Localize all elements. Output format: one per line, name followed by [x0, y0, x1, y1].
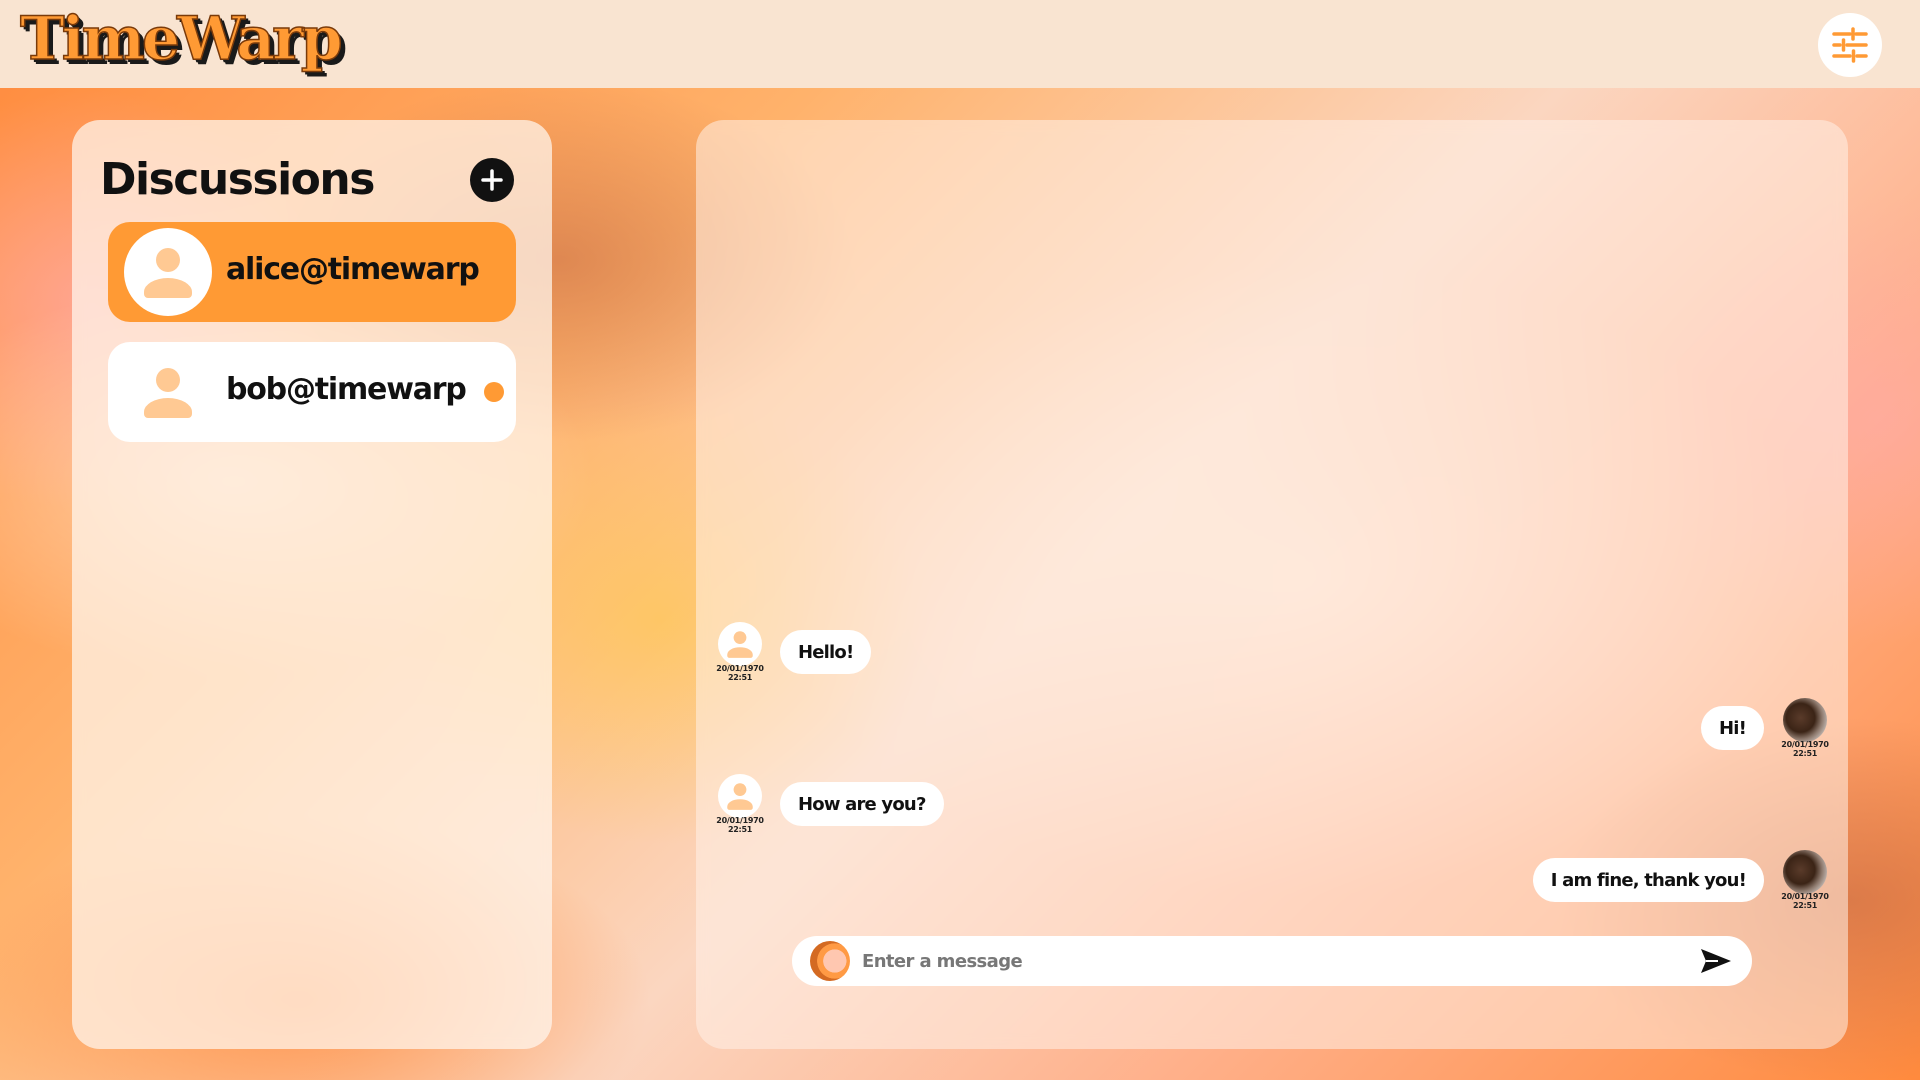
message-date: 20/01/1970 [716, 664, 764, 673]
cat-photo-avatar [1783, 698, 1827, 742]
top-bar: TimeWarp [0, 0, 1920, 88]
contact-name: bob@timewarp [226, 372, 467, 407]
sliders-icon [1832, 27, 1868, 63]
send-arrow-icon [1701, 949, 1731, 973]
message-clock: 22:51 [728, 825, 752, 834]
user-icon [727, 783, 753, 810]
chat-panel: 20/01/1970 22:51 Hello! 20/01/1970 22:51… [696, 120, 1848, 1049]
message-input[interactable] [862, 936, 1672, 986]
new-discussion-button[interactable] [470, 158, 514, 202]
message-date: 20/01/1970 [1781, 892, 1829, 901]
message-composer [792, 936, 1752, 986]
message-bubble-received: Hello! [780, 630, 872, 674]
app-logo[interactable]: TimeWarp [19, 3, 343, 75]
message-bubble-received: How are you? [780, 782, 944, 826]
message-bubble-sent: I am fine, thank you! [1532, 858, 1764, 902]
contact-item-alice[interactable]: alice@timewarp [108, 222, 516, 322]
message-bubble-sent: Hi! [1700, 706, 1764, 750]
contact-item-bob[interactable]: bob@timewarp [108, 342, 516, 442]
message-date: 20/01/1970 [716, 816, 764, 825]
message-avatar [718, 774, 762, 818]
avatar [124, 228, 212, 316]
plus-circle-icon [481, 169, 503, 191]
message-timestamp: 20/01/1970 22:51 [1775, 740, 1835, 758]
message-timestamp: 20/01/1970 22:51 [1775, 892, 1835, 910]
cat-photo-avatar [1783, 850, 1827, 894]
discussions-panel: Discussions alice@timewarp bob@timewarp [72, 120, 552, 1049]
settings-button[interactable] [1818, 13, 1882, 77]
send-button[interactable] [1698, 946, 1734, 976]
user-icon [144, 368, 192, 418]
message-timestamp: 20/01/1970 22:51 [710, 664, 770, 682]
unread-indicator [484, 382, 504, 402]
message-date: 20/01/1970 [1781, 740, 1829, 749]
discussions-title: Discussions [100, 154, 375, 205]
user-icon [144, 248, 192, 298]
avatar [124, 348, 212, 436]
message-timestamp: 20/01/1970 22:51 [710, 816, 770, 834]
user-icon [727, 631, 753, 658]
contact-name: alice@timewarp [226, 252, 480, 287]
message-clock: 22:51 [1793, 901, 1817, 910]
message-avatar [718, 622, 762, 666]
swirl-icon[interactable] [810, 941, 850, 981]
message-clock: 22:51 [1793, 749, 1817, 758]
message-clock: 22:51 [728, 673, 752, 682]
